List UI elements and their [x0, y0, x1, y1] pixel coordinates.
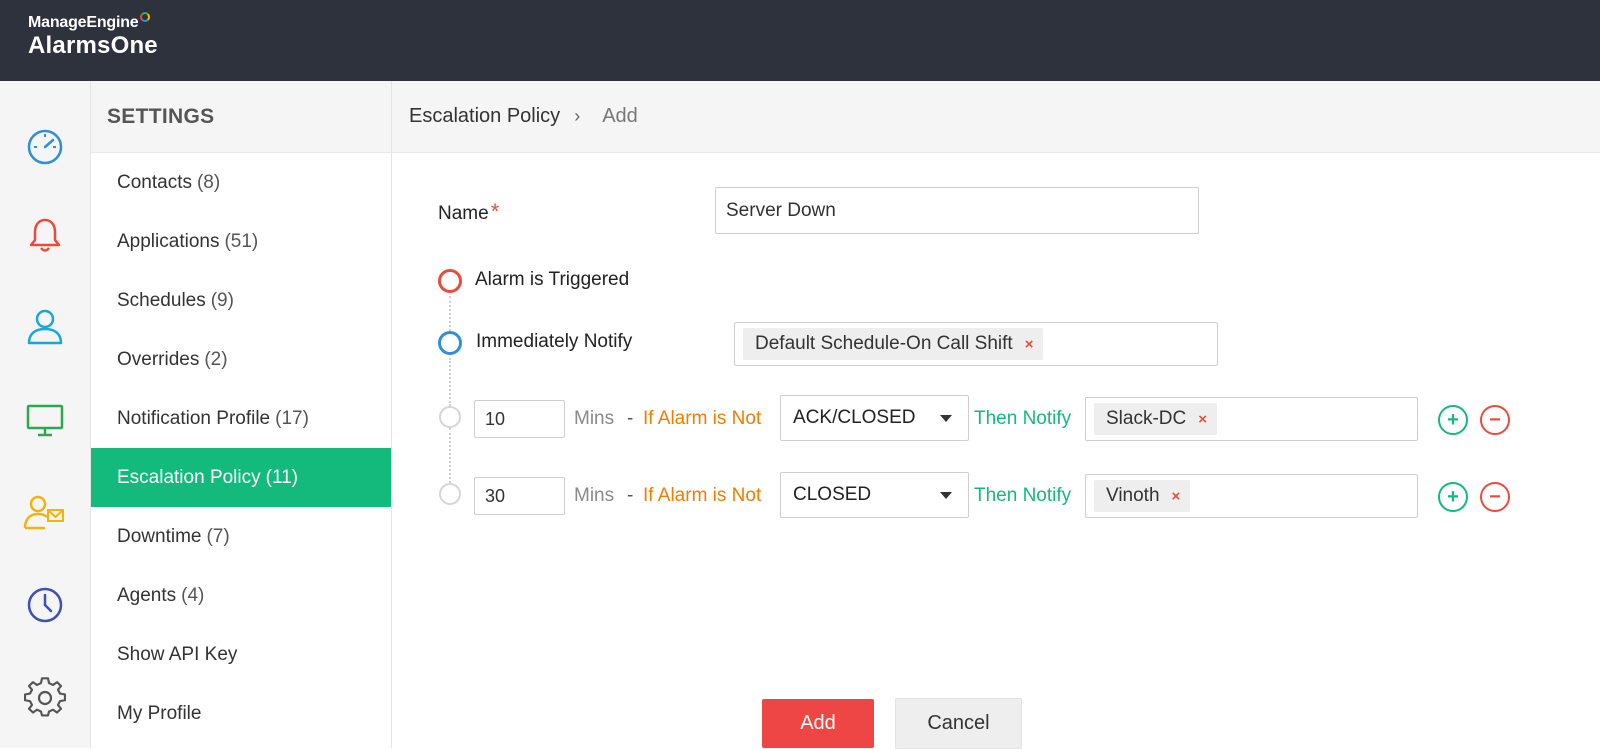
notify-tag-label: Default Schedule-On Call Shift	[755, 333, 1013, 354]
user-icon[interactable]	[22, 303, 68, 349]
main-content: Escalation Policy › Add Name* Alarm is T…	[392, 81, 1600, 749]
condition-label: If Alarm is Not	[643, 485, 762, 506]
step2-notify-field[interactable]: Vinoth ×	[1085, 474, 1418, 518]
then-notify-label: Then Notify	[974, 485, 1072, 506]
sidebar-item-count: (7)	[206, 525, 230, 547]
sidebar-item-label: Downtime	[117, 525, 202, 547]
sidebar-item-label: Agents	[117, 584, 177, 606]
notify-tag: Slack-DC ×	[1094, 403, 1217, 435]
name-label-text: Name	[438, 203, 489, 224]
remove-step-button[interactable]: −	[1480, 482, 1510, 512]
tag-remove-icon[interactable]: ×	[1172, 488, 1181, 505]
sidebar-item-count: (2)	[204, 348, 228, 370]
alarm-triggered-label: Alarm is Triggered	[475, 269, 630, 290]
step1-mins-input[interactable]	[474, 400, 565, 438]
top-bar: ManageEngine AlarmsOne	[0, 0, 1600, 81]
sidebar-item-agents[interactable]: Agents (4)	[91, 566, 391, 625]
sidebar-item-count: (9)	[210, 289, 234, 311]
vendor-name: ManageEngine	[28, 12, 158, 32]
sidebar-item-count: (4)	[181, 584, 205, 606]
tag-remove-icon[interactable]: ×	[1025, 336, 1034, 353]
then-notify-label: Then Notify	[974, 408, 1072, 429]
sidebar-item-label: Show API Key	[117, 643, 238, 665]
sidebar-item-count: (11)	[265, 466, 299, 488]
breadcrumb-chevron-icon: ›	[574, 106, 581, 126]
trigger-step-marker	[438, 269, 462, 293]
sidebar-item-label: Contacts	[117, 171, 192, 193]
sidebar-item-count: (51)	[224, 230, 259, 252]
immediate-step-marker	[438, 331, 462, 355]
sidebar-item-label: My Profile	[117, 702, 202, 724]
add-button[interactable]: Add	[762, 699, 874, 748]
sidebar-item-schedules[interactable]: Schedules (9)	[91, 271, 391, 330]
breadcrumb: Escalation Policy › Add	[392, 81, 1600, 153]
gear-icon[interactable]	[22, 675, 68, 721]
immediately-notify-label: Immediately Notify	[476, 331, 633, 352]
clock-icon[interactable]	[22, 582, 68, 628]
notify-tag-label: Slack-DC	[1106, 408, 1187, 429]
mins-label: Mins	[574, 485, 615, 506]
sidebar-item-label: Escalation Policy	[117, 466, 261, 488]
notify-tag: Vinoth ×	[1094, 480, 1191, 512]
brand-logo[interactable]: ManageEngine AlarmsOne	[28, 12, 158, 60]
sidebar-item-overrides[interactable]: Overrides (2)	[91, 330, 391, 389]
select-value: CLOSED	[793, 484, 872, 505]
settings-sidebar: SETTINGS Contacts (8) Applications (51) Sc…	[91, 81, 392, 748]
icon-rail	[0, 81, 91, 748]
sidebar-item-my-profile[interactable]: My Profile	[91, 684, 391, 743]
sidebar-item-label: Schedules	[117, 289, 206, 311]
breadcrumb-current: Add	[602, 105, 638, 127]
mins-label: Mins	[574, 408, 615, 429]
timeline-connector	[449, 358, 451, 406]
add-step-button[interactable]: +	[1438, 482, 1468, 512]
dashboard-gauge-icon[interactable]	[22, 123, 68, 169]
dropdown-caret-icon	[940, 415, 952, 422]
immediate-notify-field[interactable]: Default Schedule-On Call Shift ×	[734, 322, 1218, 366]
sidebar-item-escalation-policy[interactable]: Escalation Policy (11)	[91, 448, 391, 507]
monitor-icon[interactable]	[22, 397, 68, 443]
required-asterisk: *	[490, 199, 500, 224]
step2-status-select[interactable]: CLOSED	[780, 472, 969, 518]
sidebar-item-applications[interactable]: Applications (51)	[91, 212, 391, 271]
step2-mins-input[interactable]	[474, 477, 565, 515]
sidebar-item-notification-profile[interactable]: Notification Profile (17)	[91, 389, 391, 448]
sidebar-item-label: Notification Profile	[117, 407, 271, 429]
add-step-button[interactable]: +	[1438, 405, 1468, 435]
dash-separator: -	[627, 485, 634, 506]
select-value: ACK/CLOSED	[793, 407, 916, 428]
name-label: Name*	[438, 199, 499, 225]
brand-swoosh-icon	[139, 12, 150, 22]
notify-tag-label: Vinoth	[1106, 485, 1160, 506]
breadcrumb-parent-link[interactable]: Escalation Policy	[409, 105, 560, 128]
tag-remove-icon[interactable]: ×	[1198, 411, 1207, 428]
sidebar-heading: SETTINGS	[91, 81, 391, 153]
condition-label: If Alarm is Not	[643, 408, 762, 429]
timeline-connector	[449, 296, 451, 331]
dash-separator: -	[627, 408, 634, 429]
escalation-step-marker	[439, 483, 461, 505]
timeline-connector	[449, 428, 451, 483]
escalation-step-marker	[439, 406, 461, 428]
step1-notify-field[interactable]: Slack-DC ×	[1085, 397, 1418, 441]
sidebar-item-label: Applications	[117, 230, 220, 252]
sidebar-item-count: (8)	[196, 171, 221, 193]
sidebar-item-show-api-key[interactable]: Show API Key	[91, 625, 391, 684]
product-name: AlarmsOne	[28, 32, 158, 59]
step1-status-select[interactable]: ACK/CLOSED	[780, 395, 969, 441]
vendor-label: ManageEngine	[28, 14, 139, 31]
name-input[interactable]	[715, 187, 1199, 234]
alarm-bell-icon[interactable]	[22, 212, 68, 258]
cancel-button[interactable]: Cancel	[895, 698, 1022, 749]
sidebar-item-contacts[interactable]: Contacts (8)	[91, 153, 391, 212]
contact-mail-icon[interactable]	[22, 489, 68, 535]
notify-tag: Default Schedule-On Call Shift ×	[743, 328, 1044, 360]
sidebar-item-downtime[interactable]: Downtime (7)	[91, 507, 391, 566]
sidebar-item-count: (17)	[275, 407, 309, 429]
sidebar-item-label: Overrides	[117, 348, 200, 370]
remove-step-button[interactable]: −	[1480, 405, 1510, 435]
dropdown-caret-icon	[940, 492, 952, 499]
